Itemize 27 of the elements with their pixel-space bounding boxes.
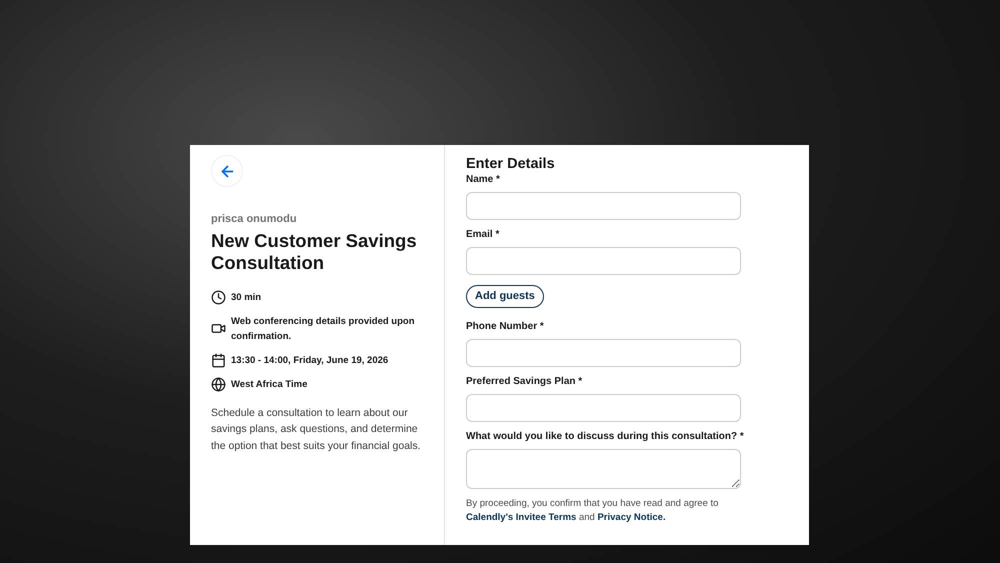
globe-icon [211, 376, 226, 392]
event-detail: Web conferencing details provided upon confirmation. [231, 314, 416, 344]
field-label: Name * [466, 173, 501, 187]
invitee-terms-link[interactable]: Calendly's Invitee Terms [466, 512, 576, 523]
field-label: What would you like to discuss during this consultation? * [466, 430, 745, 444]
text-area[interactable] [466, 448, 741, 489]
clock-icon [211, 290, 226, 304]
input-field[interactable] [466, 338, 741, 367]
event-detail: 13:30 - 14:00, Friday, June 19, 2026 [231, 354, 388, 368]
form-heading: Enter Details [466, 155, 556, 173]
field-label: Preferred Savings Plan * [466, 374, 584, 389]
add-guests-button[interactable]: Add guests [466, 284, 544, 308]
field-label: Phone Number * [466, 320, 545, 334]
back-button[interactable] [211, 155, 243, 187]
event-detail: 30 min [231, 290, 262, 304]
organizer-name: prisca onumodu [211, 212, 298, 227]
event-description: Schedule a consultation to learn about our savings plans, ask questions, and determine the option that best suits your financial goals. [211, 406, 422, 454]
field-label: Email * [466, 228, 500, 242]
input-field[interactable] [466, 192, 741, 220]
video-camera-icon [211, 321, 226, 336]
calendar-icon [211, 352, 226, 368]
event-detail: West Africa Time [231, 378, 308, 392]
input-field[interactable] [466, 247, 741, 275]
consent-text: By proceeding, you confirm that you have read and agree to Calendly's Invitee Terms and Privacy Notice. [466, 496, 720, 525]
input-field[interactable] [466, 394, 741, 422]
privacy-notice-link[interactable]: Privacy Notice. [597, 512, 666, 523]
event-title: New Customer Savings Consultation [211, 230, 418, 274]
